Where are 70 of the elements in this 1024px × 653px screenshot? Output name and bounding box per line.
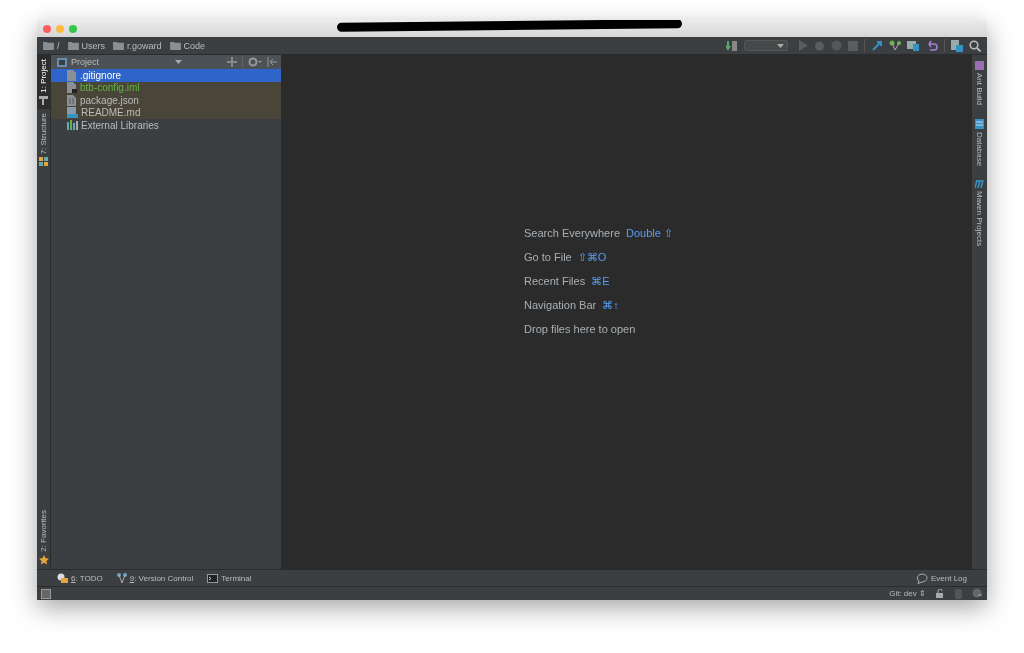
collapse-icon[interactable]	[267, 57, 277, 67]
vcs-update-icon[interactable]	[871, 39, 883, 52]
tool-window-tab[interactable]: Ant Build	[975, 61, 984, 106]
tree-item[interactable]: External Libraries	[51, 119, 281, 132]
module-file-icon	[67, 82, 77, 94]
project-icon	[57, 57, 67, 67]
structure-icon	[39, 157, 48, 167]
database-icon	[975, 119, 984, 130]
compare-icon[interactable]	[907, 39, 920, 52]
tool-window-button[interactable]: Terminal	[207, 573, 252, 583]
text-file-icon	[67, 69, 77, 81]
tree-item[interactable]: package.json	[51, 94, 281, 107]
speech-bubble-icon	[915, 572, 928, 584]
close-button[interactable]	[43, 24, 51, 33]
run-icon[interactable]	[798, 40, 808, 51]
breadcrumb[interactable]: Code	[169, 40, 206, 51]
hint-label: Drop files here to open	[524, 323, 636, 337]
todo-icon	[57, 573, 68, 583]
hint-label: Go to File	[524, 251, 572, 265]
tool-window-tab[interactable]: 1: Project	[37, 55, 50, 109]
shortcut-text: ⇧⌘O	[577, 251, 607, 265]
zoom-button[interactable]	[69, 24, 77, 33]
tool-window-button[interactable]: 9: Version Control	[116, 573, 194, 583]
undo-icon[interactable]	[926, 40, 938, 51]
crosshair-icon[interactable]	[227, 57, 237, 67]
shortcut-text: Double ⇧	[626, 227, 673, 241]
debug-icon[interactable]	[814, 40, 825, 51]
panel-toggle-icon[interactable]	[41, 588, 51, 599]
git-branch-widget[interactable]: Git: dev ⇕	[889, 589, 926, 598]
tool-window-button[interactable]: 6: TODO	[57, 573, 103, 583]
project-structure-icon[interactable]	[951, 39, 963, 52]
file-name: package.json	[80, 94, 139, 106]
caret-icon	[175, 60, 182, 64]
library-icon	[67, 120, 78, 131]
file-name: External Libraries	[81, 119, 159, 131]
inspector-icon[interactable]	[972, 588, 983, 599]
tree-item[interactable]: .gitignore	[51, 69, 281, 82]
shortcut-text: ⌘↑	[602, 299, 619, 313]
markdown-file-icon	[67, 107, 78, 119]
event-log-button[interactable]: Event Log	[915, 572, 967, 584]
tool-window-tab[interactable]: 2: Favorites	[37, 506, 50, 569]
tool-window-tab[interactable]: Database	[975, 119, 984, 167]
lock-icon[interactable]	[936, 589, 945, 598]
caret-icon	[777, 43, 784, 48]
breadcrumb[interactable]: Users	[67, 40, 106, 51]
file-name: btb-config.iml	[80, 82, 140, 94]
breadcrumb[interactable]: r.goward	[113, 40, 162, 51]
ant-icon	[975, 61, 984, 70]
json-file-icon	[67, 94, 77, 106]
hint-label: Navigation Bar	[524, 299, 597, 313]
tool-window-tab[interactable]: 7: Structure	[37, 108, 50, 171]
project-view-selector[interactable]: Project	[57, 57, 182, 67]
tool-window-tab[interactable]: Maven Projects	[975, 180, 984, 247]
hint-label: Search Everywhere	[524, 227, 621, 241]
file-name: .gitignore	[80, 69, 122, 81]
vcs-commit-icon[interactable]	[889, 39, 901, 52]
build-icon[interactable]	[726, 39, 738, 52]
run-configuration-dropdown[interactable]	[744, 40, 788, 51]
memory-icon	[955, 588, 962, 599]
shortcut-text: ⌘E	[591, 275, 610, 289]
breadcrumb[interactable]: /	[43, 40, 60, 51]
star-icon	[38, 555, 49, 565]
stop-icon[interactable]	[848, 40, 858, 51]
gear-icon[interactable]	[248, 57, 262, 67]
hint-label: Recent Files	[524, 275, 586, 289]
branch-icon	[116, 573, 127, 583]
terminal-icon	[207, 573, 219, 583]
file-name: README.md	[81, 107, 141, 119]
search-icon[interactable]	[969, 39, 981, 52]
maven-icon	[975, 180, 984, 189]
